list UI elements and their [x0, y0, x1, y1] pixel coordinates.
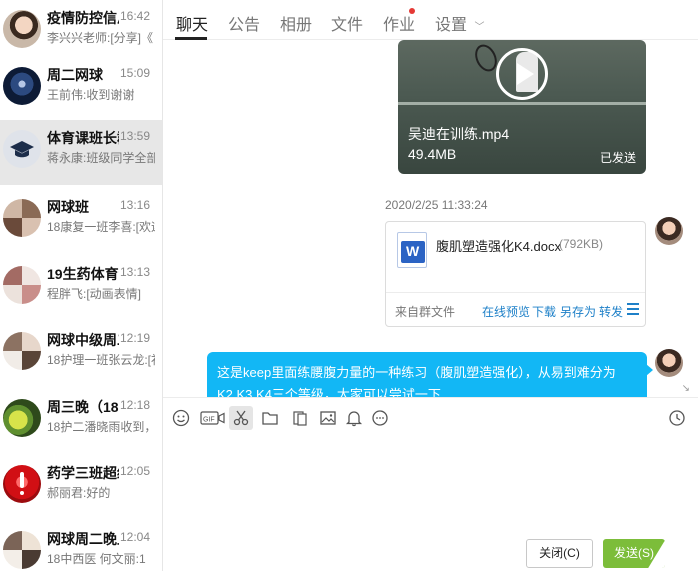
video-status: 已发送 [599, 151, 636, 165]
conversation-name: 周二网球 [47, 67, 103, 83]
exclamation-dot [20, 491, 24, 495]
avatar [3, 67, 41, 105]
conversation-time: 12:18 [119, 398, 150, 412]
conversation-name: 19生药体育课 [47, 266, 119, 282]
input-toolbar: GIF [163, 397, 698, 437]
gif-label: GIF [203, 417, 215, 424]
text-message-bubble[interactable]: 这是keep里面练腰腹力量的一种练习（腹肌塑造强化），从易到难分为K2,K3,K… [207, 352, 653, 397]
avatar [3, 266, 41, 304]
resize-corner-icon[interactable]: ↘ [682, 383, 690, 394]
qq-group-chat-window: 疫情防控信息 16:42 李兴兴老师:[分享]《 周二网球 15:09 王前伟:… [0, 0, 698, 571]
conversation-name: 疫情防控信息 [47, 10, 119, 26]
conversation-name: 网球周二晚上 [47, 531, 119, 547]
save-as-link[interactable]: 另存为 [560, 303, 596, 320]
gif-icon[interactable]: GIF [200, 408, 226, 428]
video-message[interactable]: 吴迪在训练.mp4 49.4MB 已发送 [398, 40, 646, 174]
message-timestamp: 2020/2/25 11:33:24 [385, 198, 488, 212]
notification-dot [409, 8, 415, 14]
video-filename: 吴迪在训练.mp4 [408, 126, 510, 142]
conversation-time: 13:59 [119, 129, 150, 143]
conversation-preview: 18中西医 何文丽:1 [47, 552, 146, 566]
video-filesize: 49.4MB [408, 146, 457, 162]
conversation-preview: 李兴兴老师:[分享]《 [47, 31, 154, 45]
tab-chat[interactable]: 聊天 [176, 11, 208, 35]
conversation-item[interactable]: 网球周二晚上 12:04 18中西医 何文丽:1 [0, 521, 162, 571]
avatar [3, 399, 41, 437]
video-thumbnail-court [398, 102, 646, 105]
preview-online-link[interactable]: 在线预览 [482, 303, 530, 320]
conversation-item[interactable]: 周二网球 15:09 王前伟:收到谢谢 [0, 57, 162, 122]
conversation-name: 网球班 [47, 199, 89, 215]
message-input[interactable] [163, 437, 698, 529]
more-options-icon[interactable] [370, 408, 390, 428]
bell-icon[interactable] [344, 408, 364, 428]
conversation-time: 13:16 [119, 198, 150, 212]
conversation-list[interactable]: 疫情防控信息 16:42 李兴兴老师:[分享]《 周二网球 15:09 王前伟:… [0, 0, 163, 571]
conversation-item[interactable]: 疫情防控信息 16:42 李兴兴老师:[分享]《 [0, 0, 162, 65]
sender-avatar[interactable] [655, 217, 683, 245]
send-button[interactable]: 发送(S) [603, 539, 665, 568]
sender-avatar[interactable] [655, 349, 683, 377]
conversation-name: 网球中级周二 [47, 332, 119, 348]
conversation-preview: 18康复一班李喜:[欢迎 [47, 220, 155, 234]
chevron-down-icon: ﹀ [474, 22, 485, 33]
tab-files[interactable]: 文件 [331, 11, 363, 35]
file-actions-bar: 来自群文件 在线预览 下载 另存为 转发 [386, 292, 645, 326]
exclamation-icon [20, 472, 24, 488]
conversation-item[interactable]: 19生药体育课 13:13 程胖飞:[动画表情] [0, 256, 162, 321]
conversation-time: 13:13 [119, 265, 150, 279]
conversation-time: 12:04 [119, 530, 150, 544]
conversation-time: 12:19 [119, 331, 150, 345]
conversation-preview: 王前伟:收到谢谢 [47, 88, 135, 102]
files-icon[interactable] [290, 408, 310, 428]
conversation-item[interactable]: 网球班 13:16 18康复一班李喜:[欢迎 [0, 189, 162, 254]
conversation-preview: 程胖飞:[动画表情] [47, 287, 142, 301]
avatar [3, 465, 41, 503]
conversation-preview: 郝丽君:好的 [47, 486, 111, 500]
group-tabs: 聊天 公告 相册 文件 作业 设置 ﹀ [163, 0, 698, 40]
image-icon[interactable] [318, 408, 338, 428]
word-icon-letter: W [406, 243, 420, 259]
conversation-time: 12:05 [119, 464, 150, 478]
conversation-item[interactable]: 周三晚（18 12:18 18护二潘晓雨收到， [0, 389, 162, 454]
conversation-name: 体育课班长群 [47, 130, 119, 146]
conversation-preview: 蒋永康:班级同学全部 [47, 151, 155, 165]
avatar [3, 199, 41, 237]
file-name: 腹肌塑造强化K4.docx [436, 239, 561, 254]
chat-message-area[interactable]: 吴迪在训练.mp4 49.4MB 已发送 2020/2/25 11:33:24 … [163, 40, 698, 397]
avatar [3, 531, 41, 569]
more-menu-icon[interactable] [627, 303, 639, 315]
close-button[interactable]: 关闭(C) [526, 539, 593, 568]
file-source: 来自群文件 [395, 305, 456, 319]
word-document-icon: W [397, 232, 427, 268]
conversation-item-selected[interactable]: 体育课班长群 13:59 蒋永康:班级同学全部 [0, 120, 162, 185]
emoji-icon[interactable] [171, 408, 191, 428]
tab-announcements[interactable]: 公告 [228, 11, 260, 35]
conversation-time: 16:42 [119, 9, 150, 23]
folder-icon[interactable] [260, 408, 280, 428]
forward-link[interactable]: 转发 [599, 303, 623, 320]
play-icon[interactable] [496, 48, 548, 100]
send-button-label: 发送(S) [614, 546, 654, 560]
file-message[interactable]: W 腹肌塑造强化K4.docx (792KB) 来自群文件 在线预览 下载 另存… [385, 221, 646, 327]
tab-settings-label: 设置 [435, 17, 468, 34]
history-clock-icon[interactable] [667, 408, 687, 428]
download-link[interactable]: 下载 [532, 303, 556, 320]
conversation-item[interactable]: 药学三班超级 12:05 郝丽君:好的 [0, 455, 162, 520]
conversation-name: 药学三班超级 [47, 465, 119, 481]
conversation-name: 周三晚（18 [47, 399, 119, 415]
graduation-cap-icon [10, 141, 34, 158]
conversation-preview: 18护理一班张云龙:[补 [47, 353, 155, 367]
tab-settings[interactable]: 设置 ﹀ [435, 11, 484, 35]
avatar [3, 130, 41, 168]
conversation-time: 15:09 [119, 66, 150, 80]
conversation-preview: 18护二潘晓雨收到， [47, 420, 155, 434]
conversation-item[interactable]: 网球中级周二 12:19 18护理一班张云龙:[补 [0, 322, 162, 387]
avatar [3, 332, 41, 370]
tab-homework[interactable]: 作业 [383, 11, 415, 35]
screenshot-scissors-icon[interactable] [229, 406, 253, 430]
avatar [3, 10, 41, 48]
tab-album[interactable]: 相册 [280, 11, 312, 35]
file-size: (792KB) [559, 237, 604, 251]
